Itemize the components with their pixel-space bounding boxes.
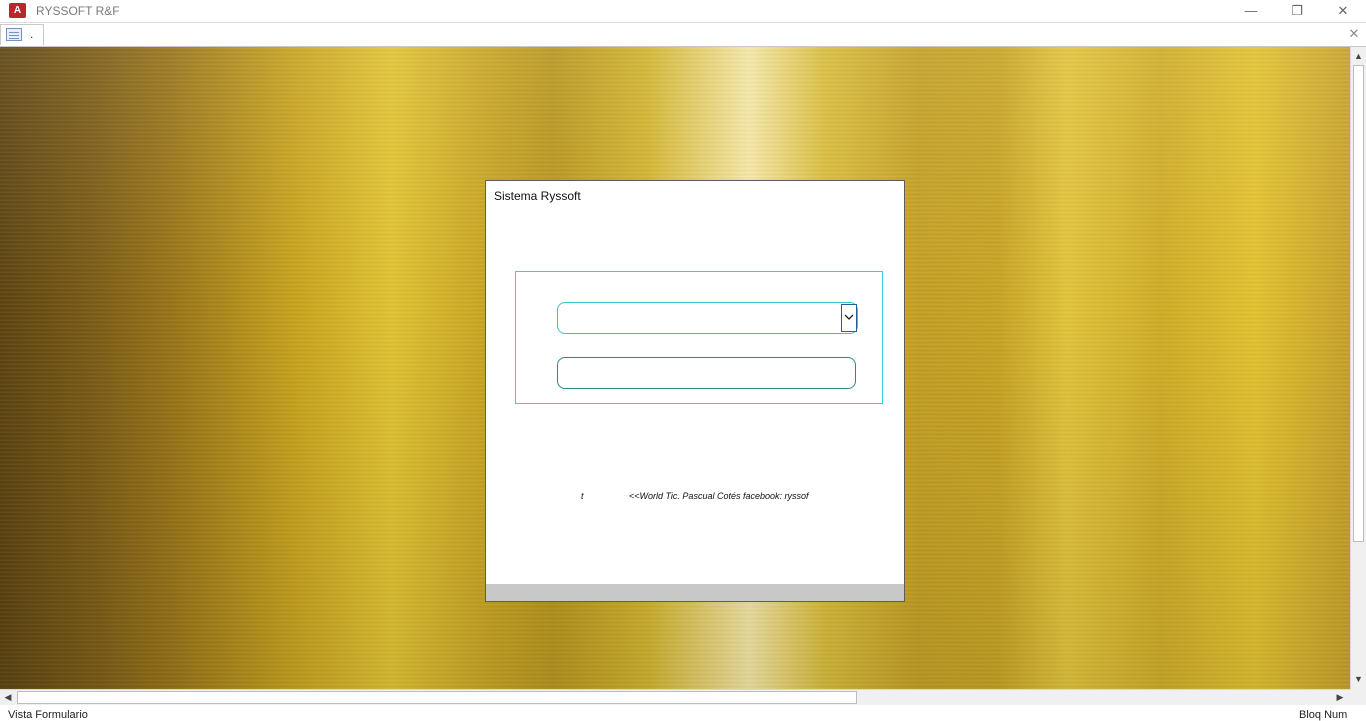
form-bottom-bar xyxy=(486,584,904,601)
document-tab-strip: . xyxy=(0,23,1366,47)
scroll-down-icon[interactable]: ▼ xyxy=(1352,672,1365,686)
close-window-button[interactable]: ✕ xyxy=(1320,0,1366,22)
status-bar: Vista Formulario Bloq Num xyxy=(0,705,1366,721)
scroll-up-icon[interactable]: ▲ xyxy=(1352,49,1365,63)
user-combo-box[interactable] xyxy=(557,302,858,334)
form-title: Sistema Ryssoft xyxy=(494,189,581,203)
close-tab-icon[interactable]: ✕ xyxy=(1346,25,1362,43)
vertical-scroll-thumb[interactable] xyxy=(1353,65,1364,542)
dropdown-button[interactable] xyxy=(841,304,857,332)
minimize-button[interactable]: — xyxy=(1228,0,1274,22)
password-field[interactable] xyxy=(557,357,856,389)
credit-text: <<World Tic. Pascual Cotés facebook: rys… xyxy=(629,491,809,501)
scrollbar-corner xyxy=(1350,689,1366,705)
login-form: Sistema Ryssoft t <<World Tic. Pascual C… xyxy=(485,180,905,602)
scroll-left-icon[interactable]: ◀ xyxy=(2,690,14,704)
footer-label: t xyxy=(581,491,584,501)
horizontal-scrollbar[interactable]: ◀ ▶ xyxy=(0,689,1350,705)
document-tab[interactable]: . xyxy=(0,24,44,45)
scroll-right-icon[interactable]: ▶ xyxy=(1334,690,1346,704)
window-title: RYSSOFT R&F xyxy=(36,4,120,18)
document-tab-label: . xyxy=(30,27,34,41)
horizontal-scroll-thumb[interactable] xyxy=(17,691,857,704)
view-mode-status: Vista Formulario xyxy=(8,709,88,721)
access-app-icon: A xyxy=(9,3,26,18)
numlock-status: Bloq Num xyxy=(1299,709,1348,721)
title-bar: A RYSSOFT R&F — ❐ ✕ xyxy=(0,0,1366,23)
vertical-scrollbar[interactable]: ▲ ▼ xyxy=(1350,47,1366,689)
form-icon xyxy=(6,28,22,41)
restore-button[interactable]: ❐ xyxy=(1274,0,1320,22)
chevron-down-icon xyxy=(844,314,854,320)
